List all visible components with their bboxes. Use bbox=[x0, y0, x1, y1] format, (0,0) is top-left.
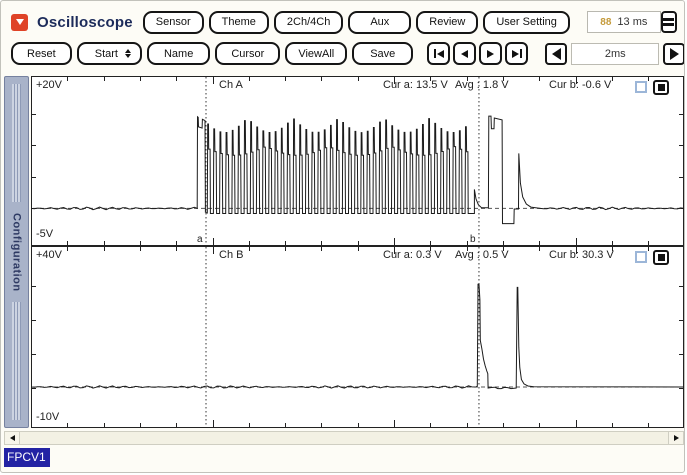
channel-a-plot[interactable]: ab +20V -5V Ch A Cur a: 13.5 V Avg : 1.8… bbox=[31, 76, 684, 246]
name-button[interactable]: Name bbox=[146, 42, 211, 65]
configuration-panel-tab[interactable]: Configuration bbox=[4, 76, 29, 428]
cursor-button[interactable]: Cursor bbox=[215, 42, 281, 65]
scroll-right-button[interactable] bbox=[668, 432, 683, 444]
user-setting-button[interactable]: User Setting bbox=[483, 10, 570, 34]
chb-cursor-a-readout: Cur a: 0.3 V bbox=[383, 249, 442, 261]
start-button[interactable]: Start bbox=[76, 42, 142, 65]
horizontal-scrollbar[interactable] bbox=[4, 431, 684, 445]
viewall-button[interactable]: ViewAll bbox=[285, 42, 348, 65]
timer-icon: 88 bbox=[600, 16, 612, 28]
sensor-button[interactable]: Sensor bbox=[142, 10, 204, 34]
cha-visibility-checkbox[interactable] bbox=[635, 81, 647, 93]
start-spinner-icon[interactable] bbox=[124, 49, 131, 58]
save-button[interactable]: Save bbox=[352, 42, 414, 65]
window-menu-icon[interactable] bbox=[660, 11, 677, 33]
chb-y-min-label: -10V bbox=[36, 411, 60, 423]
chb-visibility-checkbox[interactable] bbox=[635, 251, 647, 263]
cha-cursor-b-readout: Cur b: -0.6 V bbox=[549, 79, 612, 91]
chb-y-max-label: +40V bbox=[36, 249, 62, 261]
cha-avg-readout: Avg : 1.8 V bbox=[455, 79, 509, 91]
svg-text:a: a bbox=[197, 234, 203, 245]
timebase-value[interactable]: 2ms bbox=[571, 42, 660, 65]
step-forward-button[interactable] bbox=[479, 42, 503, 65]
cha-y-min-label: -5V bbox=[36, 228, 54, 240]
status-badge: FPCV1 bbox=[4, 448, 50, 467]
chb-name-label: Ch B bbox=[219, 249, 244, 261]
timebase-increase-button[interactable] bbox=[663, 42, 684, 65]
cha-cursor-a-readout: Cur a: 13.5 V bbox=[383, 79, 448, 91]
scroll-left-button[interactable] bbox=[5, 432, 20, 444]
channel-mode-button[interactable]: 2Ch/4Ch bbox=[273, 10, 344, 34]
toolbar-top: Oscilloscope Sensor Theme 2Ch/4Ch Aux Re… bbox=[11, 10, 677, 34]
skip-start-button[interactable] bbox=[427, 42, 451, 65]
cha-name-label: Ch A bbox=[219, 79, 243, 91]
theme-button[interactable]: Theme bbox=[208, 10, 269, 34]
channel-a-waveform[interactable]: ab bbox=[31, 76, 684, 246]
oscilloscope-window: Oscilloscope Sensor Theme 2Ch/4Ch Aux Re… bbox=[0, 0, 685, 473]
reset-button[interactable]: Reset bbox=[11, 42, 72, 65]
cha-y-max-label: +20V bbox=[36, 79, 62, 91]
app-dropdown-icon[interactable] bbox=[11, 13, 28, 31]
page-title: Oscilloscope bbox=[37, 13, 133, 31]
chb-avg-readout: Avg : 0.5 V bbox=[455, 249, 509, 261]
channel-b-plot[interactable]: +40V -10V Ch B Cur a: 0.3 V Avg : 0.5 V … bbox=[31, 246, 684, 428]
channel-b-waveform[interactable] bbox=[31, 246, 684, 428]
step-back-button[interactable] bbox=[453, 42, 477, 65]
scrollbar-track[interactable] bbox=[20, 432, 668, 444]
review-button[interactable]: Review bbox=[416, 10, 479, 34]
chb-color-button[interactable] bbox=[653, 250, 669, 265]
elapsed-time-value: 13 ms bbox=[617, 16, 648, 28]
cha-color-button[interactable] bbox=[653, 80, 669, 95]
aux-button[interactable]: Aux bbox=[348, 10, 412, 34]
skip-end-button[interactable] bbox=[505, 42, 529, 65]
elapsed-time-display: 88 13 ms bbox=[586, 11, 661, 33]
configuration-label: Configuration bbox=[10, 212, 23, 292]
chb-cursor-b-readout: Cur b: 30.3 V bbox=[549, 249, 614, 261]
timebase-control: 2ms bbox=[545, 42, 684, 65]
svg-text:b: b bbox=[470, 234, 476, 245]
playback-controls bbox=[427, 42, 531, 65]
timebase-decrease-button[interactable] bbox=[545, 42, 568, 65]
toolbar-bottom: Reset Start Name Cursor ViewAll Save 2ms bbox=[11, 41, 684, 66]
